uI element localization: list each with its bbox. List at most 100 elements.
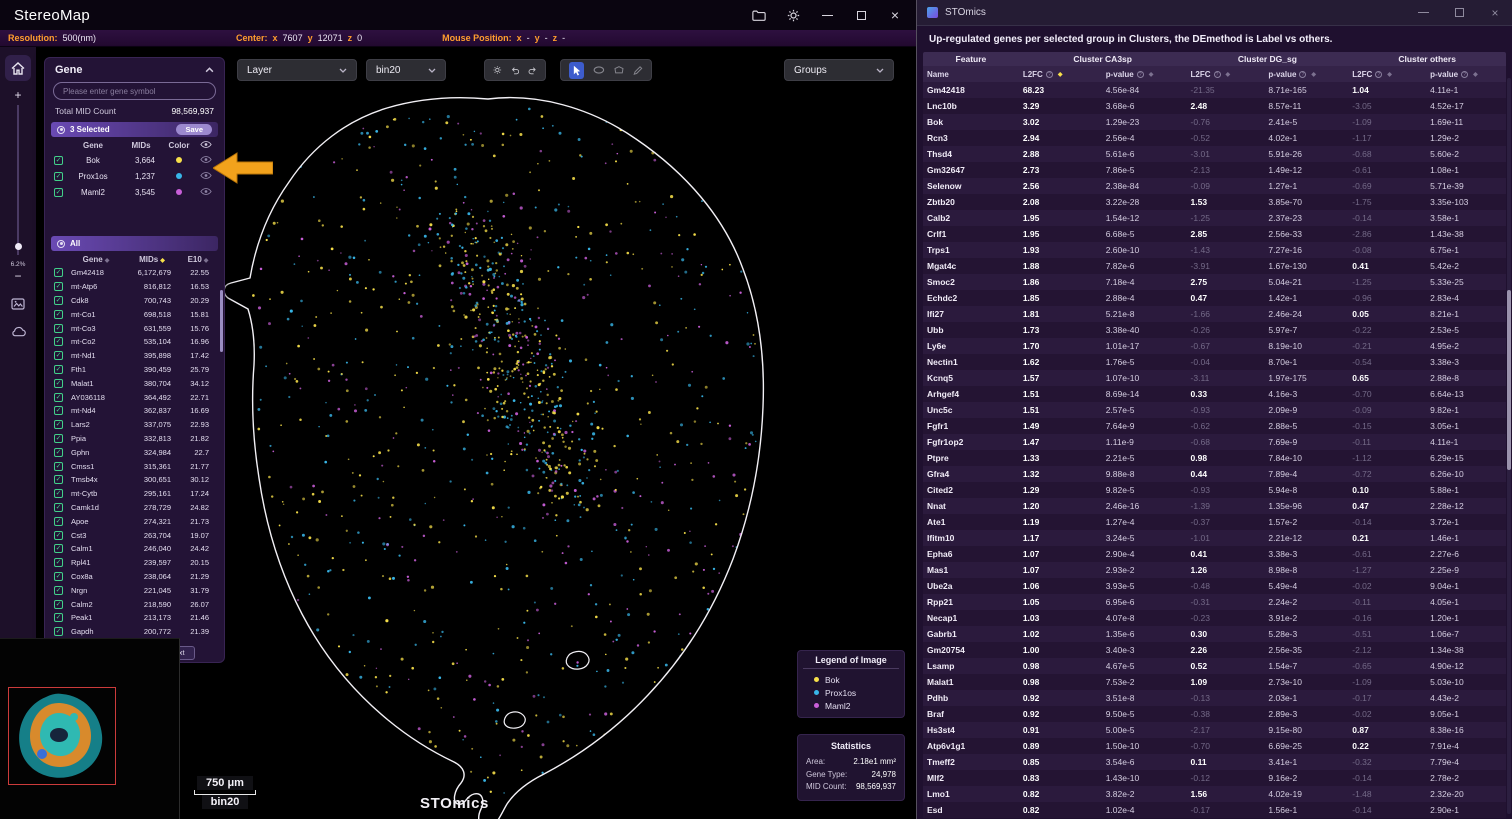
collapse-chevron-icon[interactable]: [205, 67, 214, 73]
de-table-row[interactable]: Ly6e1.701.01e-17-0.678.19e-10-0.214.95e-…: [923, 338, 1506, 354]
de-table-row[interactable]: Ube2a1.063.93e-5-0.485.49e-4-0.029.04e-1: [923, 578, 1506, 594]
col-l2fc-others[interactable]: L2FC?◆: [1348, 70, 1426, 79]
gene-checkbox[interactable]: ✓: [54, 572, 63, 581]
zoom-slider-thumb[interactable]: [15, 243, 22, 250]
gene-checkbox[interactable]: ✓: [54, 172, 63, 181]
pen-tool-icon[interactable]: [633, 65, 643, 76]
col-l2fc-dgsg[interactable]: L2FC?◆: [1187, 70, 1265, 79]
de-table-row[interactable]: Fgfr11.497.64e-9-0.622.88e-5-0.153.05e-1: [923, 418, 1506, 434]
minimap-panel[interactable]: [0, 638, 180, 819]
undo-icon[interactable]: [511, 65, 520, 76]
gene-checkbox[interactable]: ✓: [54, 544, 63, 553]
gene-checkbox[interactable]: ✓: [54, 365, 63, 374]
de-table-row[interactable]: Rpp211.056.95e-6-0.312.24e-2-0.114.05e-1: [923, 594, 1506, 610]
gene-list-row[interactable]: ✓mt-Co3631,55915.76: [51, 321, 218, 335]
gene-checkbox[interactable]: ✓: [54, 531, 63, 540]
minimap-viewport-rect[interactable]: [8, 687, 116, 785]
maximize-icon[interactable]: [854, 8, 868, 22]
gene-list-row[interactable]: ✓Cmss1315,36121.77: [51, 459, 218, 473]
maximize-icon[interactable]: [1452, 6, 1466, 20]
open-folder-icon[interactable]: [752, 8, 766, 22]
gene-list-row[interactable]: ✓Peak1213,17321.46: [51, 611, 218, 625]
sort-mids[interactable]: MIDs◆: [125, 255, 179, 264]
minimize-icon[interactable]: [1416, 6, 1430, 20]
groups-dropdown[interactable]: Groups: [784, 59, 894, 81]
settings-gear-icon[interactable]: [786, 8, 800, 22]
de-table-row[interactable]: Thsd42.885.61e-6-3.015.91e-26-0.685.60e-…: [923, 146, 1506, 162]
gene-list-row[interactable]: ✓mt-Atp6816,81216.53: [51, 280, 218, 294]
sort-e10[interactable]: E10◆: [179, 255, 217, 264]
gene-checkbox[interactable]: ✓: [54, 337, 63, 346]
ellipse-select-icon[interactable]: [593, 65, 605, 75]
polygon-select-icon[interactable]: [614, 65, 624, 75]
gene-list-row[interactable]: ✓Calm2218,59026.07: [51, 597, 218, 611]
gene-list-row[interactable]: ✓Nrgn221,04531.79: [51, 583, 218, 597]
cloud-upload-button[interactable]: [11, 326, 26, 337]
zoom-in-button[interactable]: +: [14, 89, 21, 101]
de-table-row[interactable]: Atp6v1g10.891.50e-10-0.706.69e-250.227.9…: [923, 738, 1506, 754]
gene-list-row[interactable]: ✓mt-Cytb295,16117.24: [51, 487, 218, 501]
de-table-row[interactable]: Rcn32.942.56e-4-0.524.02e-1-1.171.29e-2: [923, 130, 1506, 146]
gene-checkbox[interactable]: ✓: [54, 586, 63, 595]
gene-checkbox[interactable]: ✓: [54, 517, 63, 526]
de-table-row[interactable]: Calb21.951.54e-12-1.252.37e-23-0.143.58e…: [923, 210, 1506, 226]
gene-checkbox[interactable]: ✓: [54, 434, 63, 443]
de-table-row[interactable]: Epha61.072.90e-40.413.38e-3-0.612.27e-6: [923, 546, 1506, 562]
de-table-row[interactable]: Crlf11.956.68e-52.852.56e-33-2.861.43e-3…: [923, 226, 1506, 242]
gene-checkbox[interactable]: ✓: [54, 310, 63, 319]
de-table-row[interactable]: Ate11.191.27e-4-0.371.57e-2-0.143.72e-1: [923, 514, 1506, 530]
redo-icon[interactable]: [528, 65, 537, 76]
gene-list-row[interactable]: ✓Tmsb4x300,65130.12: [51, 473, 218, 487]
selected-gene-row[interactable]: ✓Bok3,664: [51, 152, 218, 168]
de-table-row[interactable]: Bok3.021.29e-23-0.762.41e-5-1.091.69e-11: [923, 114, 1506, 130]
de-table-row[interactable]: Selenow2.562.38e-84-0.091.27e-1-0.695.71…: [923, 178, 1506, 194]
de-table-row[interactable]: Ptpre1.332.21e-50.987.84e-10-1.126.29e-1…: [923, 450, 1506, 466]
gene-checkbox[interactable]: ✓: [54, 268, 63, 277]
gene-checkbox[interactable]: ✓: [54, 600, 63, 609]
gene-checkbox[interactable]: ✓: [54, 475, 63, 484]
gene-checkbox[interactable]: ✓: [54, 462, 63, 471]
selected-gene-row[interactable]: ✓Maml23,545: [51, 184, 218, 200]
col-l2fc-ca3sp[interactable]: L2FC?◆: [1019, 70, 1102, 79]
de-table-row[interactable]: Gm4241868.234.56e-84-21.358.71e-1651.044…: [923, 82, 1506, 98]
de-table-row[interactable]: Gfra41.329.88e-80.447.89e-4-0.726.26e-10: [923, 466, 1506, 482]
selected-gene-row[interactable]: ✓Prox1os1,237: [51, 168, 218, 184]
de-table-row[interactable]: Lmo10.823.82e-21.564.02e-19-1.482.32e-20: [923, 786, 1506, 802]
gene-checkbox[interactable]: ✓: [54, 558, 63, 567]
visibility-eye-icon[interactable]: [195, 188, 217, 197]
gene-list-row[interactable]: ✓Cox8a238,06421.29: [51, 570, 218, 584]
de-table-row[interactable]: Mas11.072.93e-21.268.98e-8-1.272.25e-9: [923, 562, 1506, 578]
de-table-row[interactable]: Ifi271.815.21e-8-1.662.46e-240.058.21e-1: [923, 306, 1506, 322]
col-pvalue-others[interactable]: p-value?◆: [1426, 70, 1506, 79]
de-table-row[interactable]: Braf0.929.50e-5-0.382.89e-3-0.029.05e-1: [923, 706, 1506, 722]
de-table-row[interactable]: Nnat1.202.46e-16-1.391.35e-960.472.28e-1…: [923, 498, 1506, 514]
de-table-row[interactable]: Arhgef41.518.69e-140.334.16e-3-0.706.64e…: [923, 386, 1506, 402]
de-table-row[interactable]: Mgat4c1.887.82e-6-3.911.67e-1300.415.42e…: [923, 258, 1506, 274]
gene-color-swatch[interactable]: [163, 156, 195, 165]
minimize-icon[interactable]: [820, 8, 834, 22]
gene-color-swatch[interactable]: [163, 172, 195, 181]
de-table-row[interactable]: Gm326472.737.86e-5-2.131.49e-12-0.611.08…: [923, 162, 1506, 178]
gene-checkbox[interactable]: ✓: [54, 156, 63, 165]
gene-list-row[interactable]: ✓Calm1246,04024.42: [51, 542, 218, 556]
gene-checkbox[interactable]: ✓: [54, 613, 63, 622]
de-table-row[interactable]: Ubb1.733.38e-40-0.265.97e-7-0.222.53e-5: [923, 322, 1506, 338]
de-table-row[interactable]: Hs3st40.915.00e-5-2.179.15e-800.878.38e-…: [923, 722, 1506, 738]
table-scrollbar-thumb[interactable]: [1507, 290, 1511, 470]
gene-list-scrollbar[interactable]: [220, 290, 224, 352]
gene-checkbox[interactable]: ✓: [54, 393, 63, 402]
gene-checkbox[interactable]: ✓: [54, 296, 63, 305]
all-section-header[interactable]: All: [51, 236, 218, 251]
de-table-row[interactable]: Mlf20.831.43e-10-0.129.16e-2-0.142.78e-2: [923, 770, 1506, 786]
gene-list-row[interactable]: ✓Ppia332,81321.82: [51, 432, 218, 446]
de-table-row[interactable]: Necap11.034.07e-8-0.233.91e-2-0.161.20e-…: [923, 610, 1506, 626]
gene-list-row[interactable]: ✓Camk1d278,72924.82: [51, 501, 218, 515]
gene-checkbox[interactable]: ✓: [54, 406, 63, 415]
selected-section-header[interactable]: 3 Selected Save: [51, 122, 218, 137]
de-table-row[interactable]: Echdc21.852.88e-40.471.42e-1-0.962.83e-4: [923, 290, 1506, 306]
display-settings-icon[interactable]: [493, 64, 502, 76]
gene-list-row[interactable]: ✓mt-Co2535,10416.96: [51, 335, 218, 349]
gene-list-row[interactable]: ✓Fth1390,45925.79: [51, 363, 218, 377]
de-table-row[interactable]: Lnc10b3.293.68e-62.488.57e-11-3.054.52e-…: [923, 98, 1506, 114]
gene-checkbox[interactable]: ✓: [54, 420, 63, 429]
